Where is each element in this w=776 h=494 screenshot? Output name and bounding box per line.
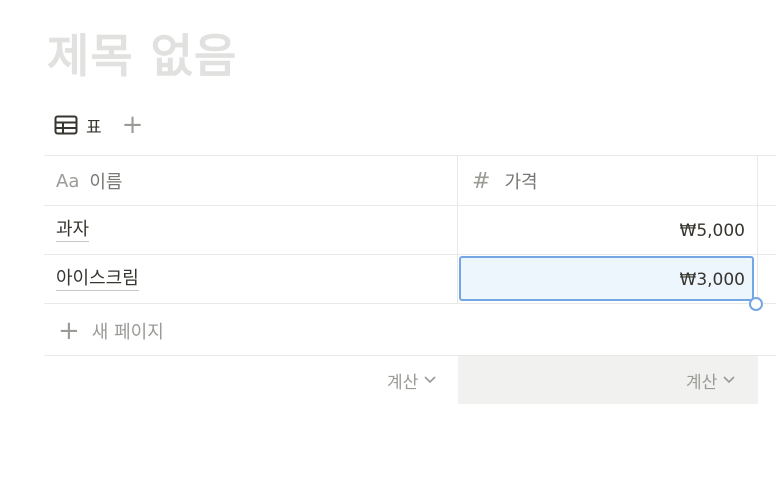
view-tab-label: 표 [86,117,102,138]
chevron-down-icon [723,376,735,384]
calculate-label: 계산 [686,372,718,393]
add-view-button[interactable]: + [122,112,144,138]
cell-name[interactable]: 과자 [56,206,90,255]
column-label: 이름 [89,172,123,193]
cell-name-text: 과자 [56,219,90,242]
table-header: Aa 이름 # 가격 [44,157,776,205]
cell-price[interactable]: ₩5,000 [458,206,745,255]
view-tab-table[interactable]: 표 [54,113,102,138]
table-row[interactable]: 과자 ₩5,000 [44,206,776,255]
number-property-icon: # [472,168,491,194]
table-row[interactable]: 아이스크림 ₩3,000 [44,255,776,304]
cell-name-text: 아이스크림 [56,268,139,291]
calculate-price-button[interactable]: 계산 [686,356,735,404]
column-header-name[interactable]: Aa 이름 [56,157,122,205]
page-title[interactable]: 제목 없음 [47,26,237,86]
calculate-name-button[interactable]: 계산 [387,356,436,404]
table-icon [54,115,78,135]
divider [44,155,776,156]
new-page-button[interactable]: + 새 페이지 [58,312,164,350]
column-label: 가격 [504,172,538,193]
chevron-down-icon [424,376,436,384]
cell-name[interactable]: 아이스크림 [56,255,139,304]
calculate-label: 계산 [387,372,419,393]
new-page-label: 새 페이지 [91,322,164,343]
plus-icon: + [58,316,80,346]
column-header-price[interactable]: # 가격 [472,157,538,205]
cell-price[interactable]: ₩3,000 [458,255,745,304]
view-bar: 표 + [54,110,143,140]
text-property-icon: Aa [56,170,80,192]
